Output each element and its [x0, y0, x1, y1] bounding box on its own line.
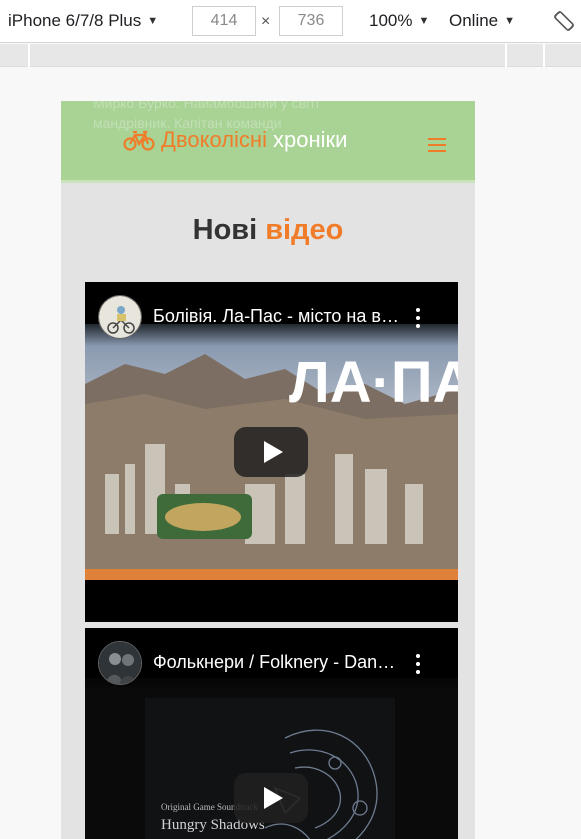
network-throttle-selector[interactable]: Online ▼	[449, 11, 515, 31]
section-title-part2: відео	[265, 214, 344, 246]
dimension-separator: ×	[261, 13, 271, 30]
avatar-cyclists-icon	[99, 296, 141, 338]
thumbnail-text: ЛА·ПАС	[289, 350, 458, 415]
ruler-segment	[505, 44, 507, 67]
device-viewport: Мирко Бурко: Найамбошний у світі мандрів…	[61, 101, 475, 839]
avatar-band-icon	[99, 642, 141, 684]
width-input[interactable]: 414	[192, 6, 256, 36]
device-name: iPhone 6/7/8 Plus	[8, 11, 142, 30]
section-title-part1: Нові	[192, 214, 258, 246]
chevron-down-icon: ▼	[147, 15, 159, 27]
site-navbar: Мирко Бурко: Найамбошний у світі мандрів…	[61, 101, 475, 183]
more-options-icon[interactable]	[414, 654, 422, 674]
more-options-icon[interactable]	[414, 308, 422, 328]
video-header: Болівія. Ла-Пас - місто на висоті	[85, 282, 458, 346]
chevron-down-icon: ▼	[504, 15, 516, 27]
video-embed[interactable]: ЛА·ПАС Болівія. Ла-Пас - місто на висоті	[85, 282, 458, 622]
video-embed[interactable]: Original Game Soundtrack Hungry Shadows …	[85, 628, 458, 839]
ruler-segment	[543, 44, 545, 67]
play-button[interactable]	[234, 427, 308, 477]
play-icon	[263, 441, 283, 463]
channel-avatar[interactable]	[98, 295, 142, 339]
section-title: Нові відео	[61, 214, 475, 247]
bicycle-icon	[123, 130, 155, 151]
channel-avatar[interactable]	[98, 641, 142, 685]
network-value: Online	[449, 11, 499, 30]
media-query-ruler[interactable]	[0, 44, 581, 67]
height-input[interactable]: 736	[279, 6, 343, 36]
rotate-icon[interactable]	[552, 9, 576, 33]
device-selector[interactable]: iPhone 6/7/8 Plus ▼	[8, 11, 158, 31]
devtools-device-toolbar: iPhone 6/7/8 Plus ▼ 414 × 736 100% ▼ Onl…	[0, 0, 581, 43]
ruler-segment	[28, 44, 30, 67]
zoom-value: 100%	[369, 11, 413, 30]
brand-word-1: Двоколісні	[161, 127, 267, 152]
video-title[interactable]: Болівія. Ла-Пас - місто на висоті	[153, 306, 403, 327]
play-icon	[263, 787, 283, 809]
video-header: Фолькнери / Folknery - Dancing	[85, 628, 458, 692]
video-title[interactable]: Фолькнери / Folknery - Dancing	[153, 652, 403, 673]
brand-word-2: хроніки	[272, 127, 348, 152]
play-button[interactable]	[234, 773, 308, 823]
menu-toggle-icon[interactable]	[428, 138, 446, 152]
chevron-down-icon: ▼	[418, 15, 430, 27]
site-brand[interactable]: Двоколісні хроніки	[123, 127, 347, 153]
zoom-selector[interactable]: 100% ▼	[369, 11, 429, 31]
